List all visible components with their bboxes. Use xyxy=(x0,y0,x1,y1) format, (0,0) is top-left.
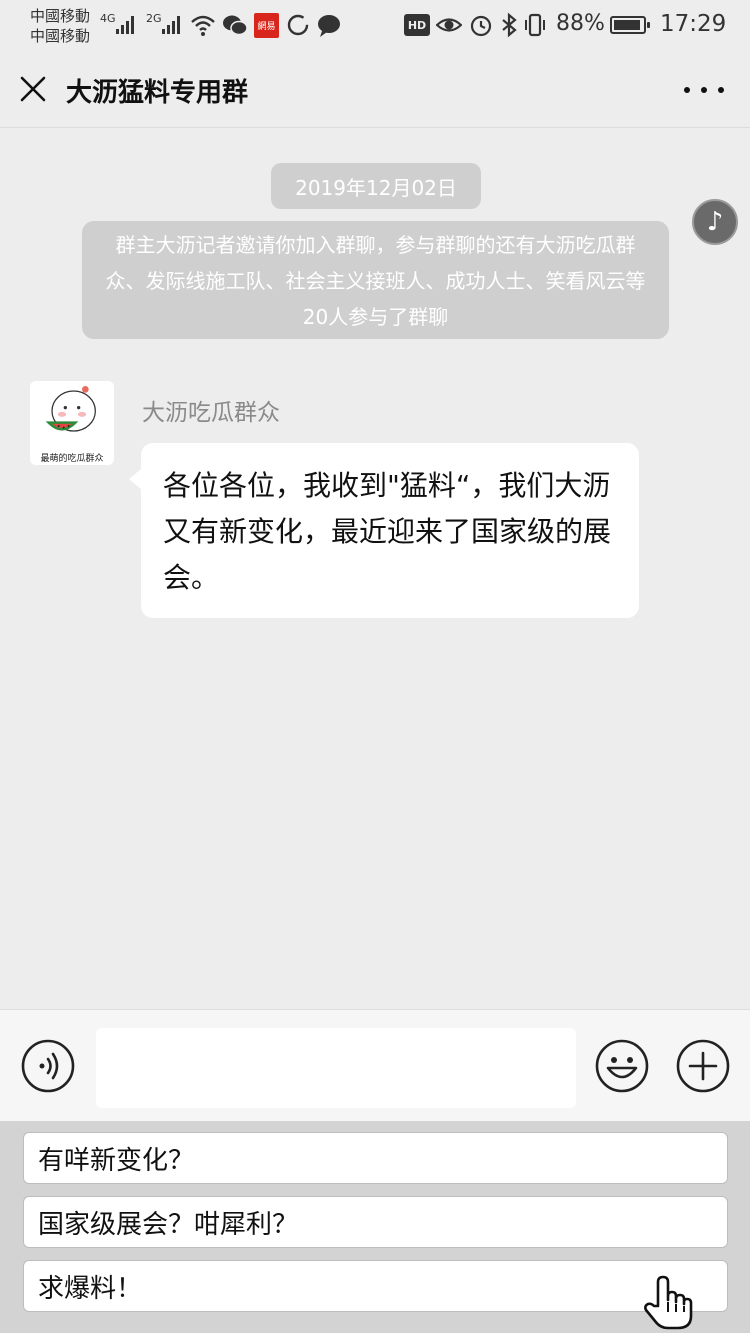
quick-reply-option[interactable]: 国家级展会？咁犀利？ xyxy=(23,1196,728,1248)
melon-eater-avatar-icon xyxy=(45,386,96,432)
quick-reply-option[interactable]: 有咩新变化？ xyxy=(23,1132,728,1184)
music-note-icon[interactable]: ♪ xyxy=(692,199,738,245)
message-bubble[interactable]: 各位各位，我收到"猛料“，我们大沥又有新变化，最近迎来了国家级的展会。 xyxy=(129,443,639,618)
date-separator: 2019年12月02日 xyxy=(271,163,481,209)
network-1-label: 4G xyxy=(100,12,116,25)
chat-header: 大沥猛料专用群 xyxy=(0,52,750,128)
signal-1-icon xyxy=(116,14,134,34)
avatar[interactable]: 最萌的吃瓜群众 xyxy=(30,381,114,465)
wechat-icon xyxy=(223,15,248,36)
status-bar: 中國移動 中國移動 4G 2G 網易 HD 88% 17:29 xyxy=(0,0,750,52)
message-input[interactable] xyxy=(96,1028,576,1108)
wifi-icon xyxy=(191,15,215,36)
carrier-2-label: 中國移動 xyxy=(30,27,91,45)
bluetooth-icon xyxy=(502,12,517,38)
battery-percent: 88% xyxy=(556,11,605,36)
page-title: 大沥猛料专用群 xyxy=(66,78,249,108)
tap-hand-icon xyxy=(644,1275,693,1330)
dot-icon xyxy=(718,87,724,93)
netease-badge-label: 網易 xyxy=(257,22,276,32)
vibrate-icon xyxy=(525,13,545,37)
input-bar xyxy=(0,1009,750,1121)
signal-2-icon xyxy=(162,14,180,34)
dot-icon xyxy=(684,87,690,93)
alarm-icon xyxy=(470,15,492,37)
battery-icon xyxy=(610,16,650,34)
voice-input-icon[interactable] xyxy=(20,1038,76,1094)
message-bubble-icon xyxy=(318,15,340,37)
dot-icon xyxy=(701,87,707,93)
hd-icon: HD xyxy=(404,14,430,36)
loading-circle-icon xyxy=(287,14,309,36)
sender-name: 大沥吃瓜群众 xyxy=(142,400,280,426)
close-icon[interactable] xyxy=(16,72,50,106)
carrier-1-label: 中國移動 xyxy=(30,7,91,25)
netease-news-icon: 網易 xyxy=(254,13,279,38)
carrier-info: 中國移動 中國移動 xyxy=(30,6,90,46)
emoji-icon[interactable] xyxy=(594,1038,650,1094)
system-message: 群主大沥记者邀请你加入群聊，参与群聊的还有大沥吃瓜群众、发际线施工队、社会主义接… xyxy=(82,221,669,339)
chat-area[interactable]: 2019年12月02日 ♪ 群主大沥记者邀请你加入群聊，参与群聊的还有大沥吃瓜群… xyxy=(0,129,750,1009)
eye-icon xyxy=(436,18,462,32)
hd-label: HD xyxy=(407,18,427,32)
add-more-icon[interactable] xyxy=(675,1038,731,1094)
more-options-button[interactable] xyxy=(684,78,724,102)
network-2-label: 2G xyxy=(146,12,162,25)
quick-reply-option[interactable]: 求爆料！ xyxy=(23,1260,728,1312)
avatar-caption: 最萌的吃瓜群众 xyxy=(40,454,104,464)
clock: 17:29 xyxy=(660,11,727,37)
